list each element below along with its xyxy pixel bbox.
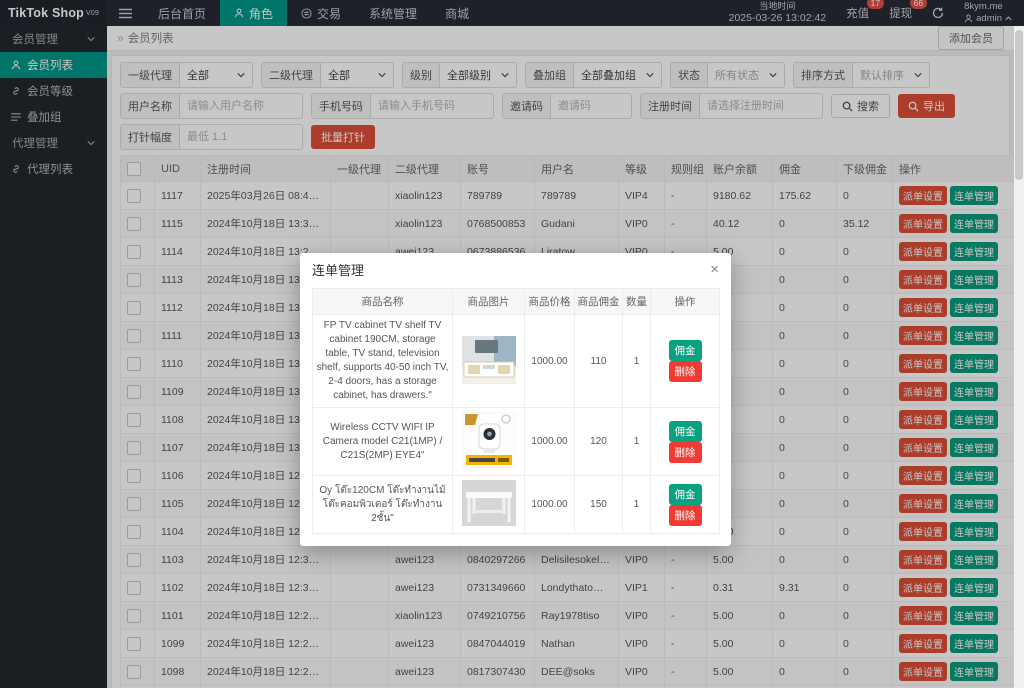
product-name: Wireless CCTV WIFI IP Camera model C21(1… — [313, 408, 453, 476]
product-column-header: 数量 — [623, 289, 651, 315]
delete-button[interactable]: 删除 — [669, 442, 702, 463]
product-column-header: 商品名称 — [313, 289, 453, 315]
delete-button[interactable]: 删除 — [669, 505, 702, 526]
scrollbar-thumb[interactable] — [1015, 30, 1023, 180]
product-header-row: 商品名称商品图片商品价格商品佣金数量操作 — [313, 289, 720, 315]
close-icon[interactable]: × — [710, 262, 719, 277]
product-qty: 1 — [623, 315, 651, 408]
scrollbar[interactable] — [1014, 26, 1024, 688]
product-commission: 110 — [575, 315, 623, 408]
product-image-tv-cabinet — [462, 336, 516, 384]
product-qty: 1 — [623, 408, 651, 476]
product-actions: 佣金删除 — [651, 408, 720, 476]
product-name: FP TV cabinet TV shelf TV cabinet 190CM,… — [313, 315, 453, 408]
product-column-header: 商品佣金 — [575, 289, 623, 315]
product-column-header: 商品价格 — [525, 289, 575, 315]
product-price: 1000.00 — [525, 476, 575, 534]
product-image-cctv-camera — [462, 412, 516, 468]
product-table: 商品名称商品图片商品价格商品佣金数量操作 FP TV cabinet TV sh… — [312, 288, 720, 534]
product-qty: 1 — [623, 476, 651, 534]
modal-header: 连单管理 × — [300, 253, 731, 284]
product-actions: 佣金删除 — [651, 315, 720, 408]
product-price: 1000.00 — [525, 315, 575, 408]
commission-button[interactable]: 佣金 — [669, 340, 702, 361]
product-price: 1000.00 — [525, 408, 575, 476]
product-row: FP TV cabinet TV shelf TV cabinet 190CM,… — [313, 315, 720, 408]
modal-body: 商品名称商品图片商品价格商品佣金数量操作 FP TV cabinet TV sh… — [300, 284, 731, 546]
product-column-header: 操作 — [651, 289, 720, 315]
commission-button[interactable]: 佣金 — [669, 421, 702, 442]
modal-title: 连单管理 — [312, 260, 364, 279]
product-image-white-desk — [462, 480, 516, 526]
product-column-header: 商品图片 — [453, 289, 525, 315]
product-name: Oy โต๊ะ120CM โต๊ะทำงานไม้ โต๊ะคอมพิวเตอร… — [313, 476, 453, 534]
product-commission: 150 — [575, 476, 623, 534]
commission-button[interactable]: 佣金 — [669, 484, 702, 505]
product-actions: 佣金删除 — [651, 476, 720, 534]
product-row: Oy โต๊ะ120CM โต๊ะทำงานไม้ โต๊ะคอมพิวเตอร… — [313, 476, 720, 534]
app-window: TikTok ShopV09 后台首页角色交易系统管理商城 当地时间 2025-… — [0, 0, 1024, 688]
chain-order-modal: 连单管理 × 商品名称商品图片商品价格商品佣金数量操作 FP TV cabine… — [300, 253, 731, 546]
product-commission: 120 — [575, 408, 623, 476]
delete-button[interactable]: 删除 — [669, 361, 702, 382]
product-row: Wireless CCTV WIFI IP Camera model C21(1… — [313, 408, 720, 476]
